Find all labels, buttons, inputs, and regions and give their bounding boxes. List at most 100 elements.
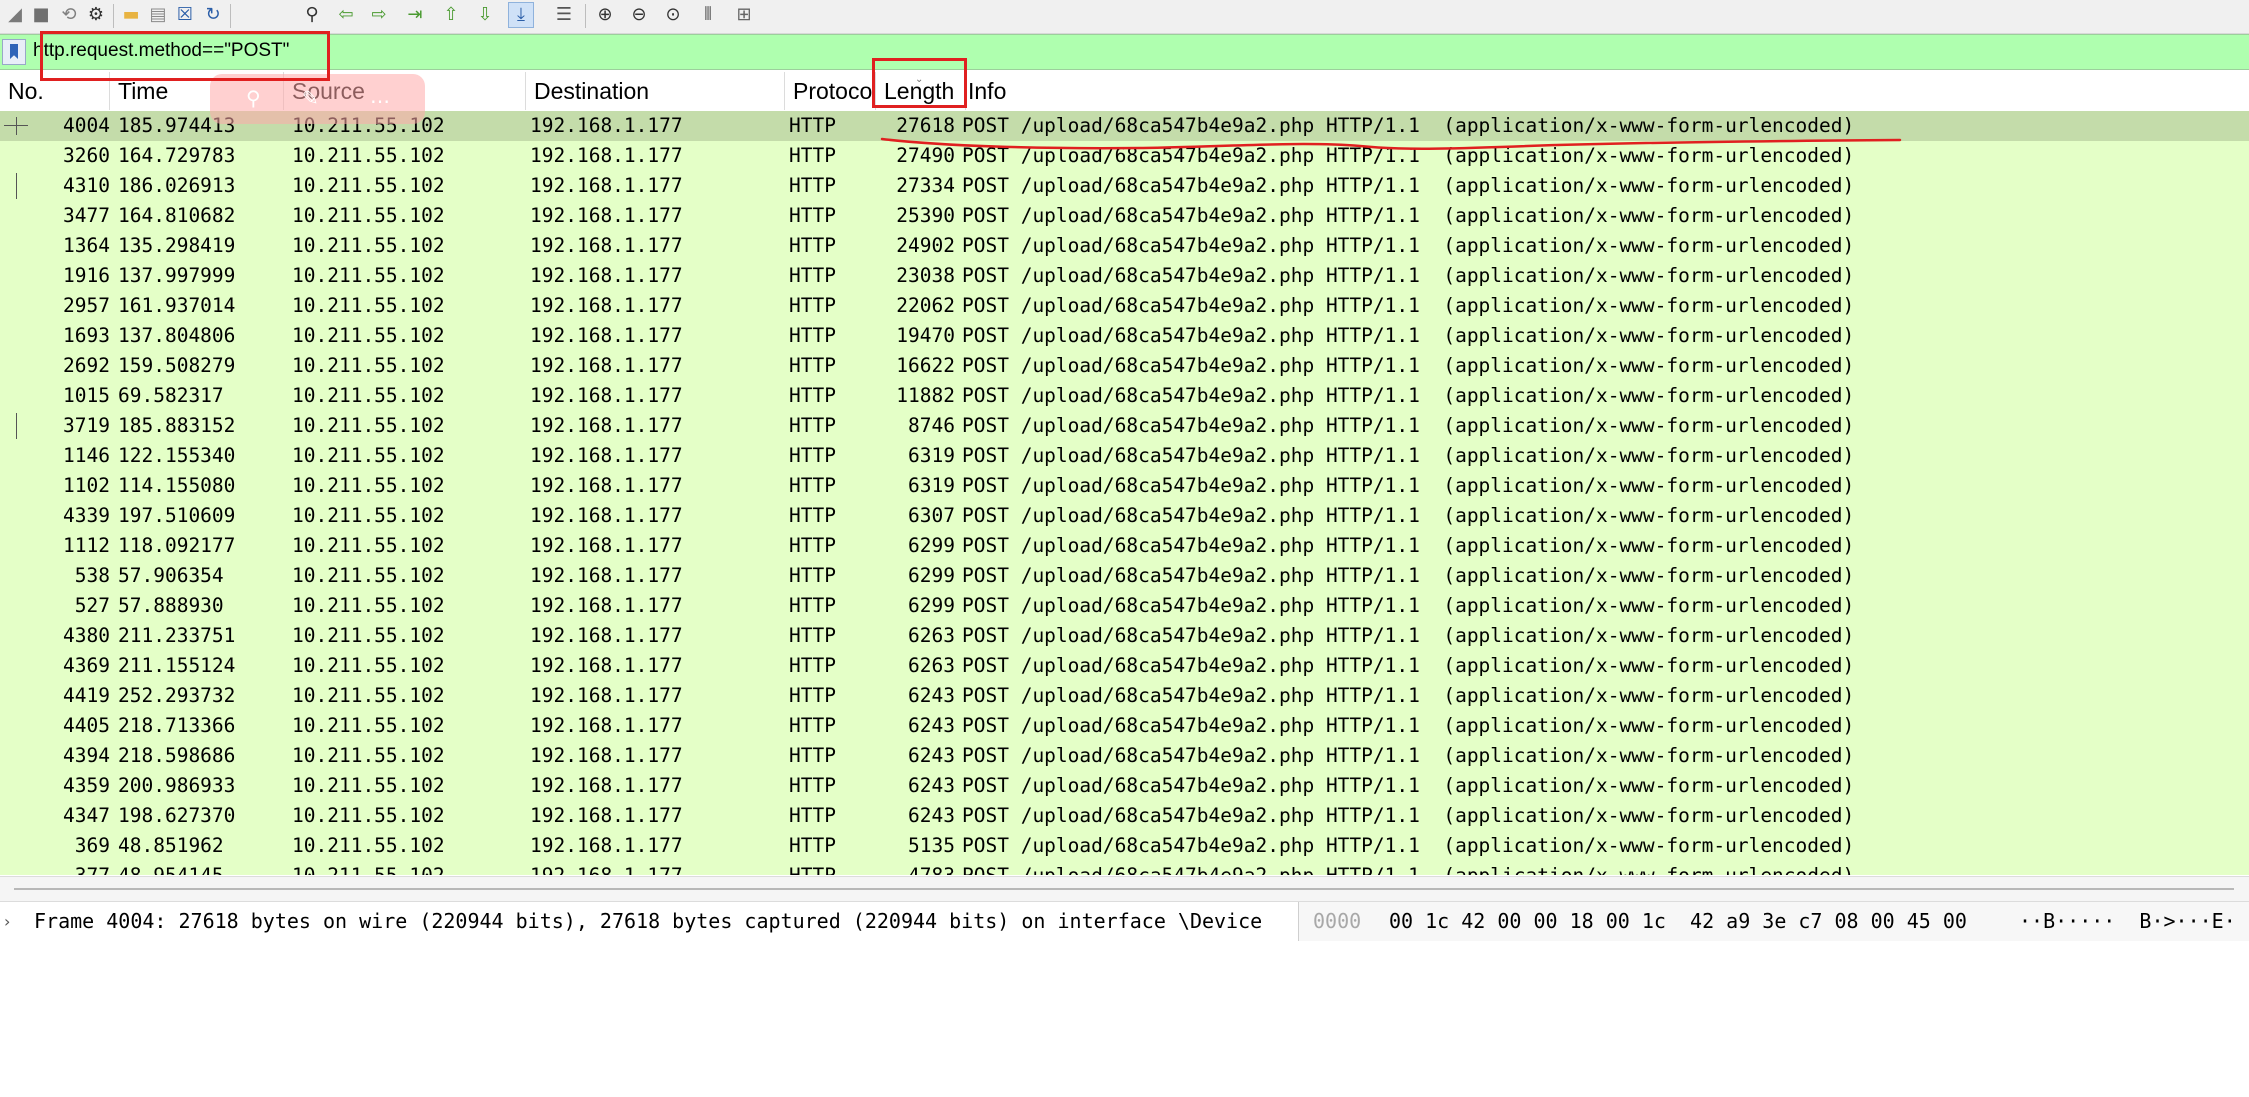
table-row[interactable]: 4347 198.627370 10.211.55.102 192.168.1.177… <box>0 801 2249 831</box>
table-row[interactable]: 2957 161.937014 10.211.55.102 192.168.1.177… <box>0 291 2249 321</box>
cell-destination: 192.168.1.177 <box>530 354 683 377</box>
cell-time: 164.729783 <box>118 144 236 167</box>
table-row[interactable]: 1693 137.804806 10.211.55.102 192.168.1.177… <box>0 321 2249 351</box>
autoscroll-icon[interactable]: ⤓ <box>508 2 534 28</box>
cell-source: 10.211.55.102 <box>292 504 445 527</box>
table-row[interactable]: 1146 122.155340 10.211.55.102 192.168.1.177… <box>0 441 2249 471</box>
cell-info: POST /upload/68ca547b4e9a2.php HTTP/1.1 … <box>962 114 1855 137</box>
cell-protocol: HTTP <box>789 534 836 557</box>
resize-columns-icon[interactable]: ⫴ <box>695 2 721 28</box>
cell-destination: 192.168.1.177 <box>530 234 683 257</box>
cell-length: 22062 <box>896 294 955 317</box>
table-row[interactable]: 1015 69.582317 10.211.55.102 192.168.1.177 H… <box>0 381 2249 411</box>
go-forward-icon[interactable]: ⇨ <box>366 2 392 28</box>
capture-options-icon[interactable]: ⚙ <box>83 2 109 28</box>
cell-time: 48.954145 <box>118 861 224 875</box>
column-header-protocol[interactable]: Protocol <box>785 72 876 110</box>
go-last-icon[interactable]: ⇩ <box>472 2 498 28</box>
zoom-in-icon[interactable]: ⊕ <box>592 2 618 28</box>
save-file-icon[interactable]: ▤ <box>145 2 171 28</box>
cell-info: POST /upload/68ca547b4e9a2.php HTTP/1.1 … <box>962 684 1855 707</box>
cell-no: 527 <box>74 594 110 617</box>
table-row[interactable]: 4419 252.293732 10.211.55.102 192.168.1.177… <box>0 681 2249 711</box>
cell-info: POST /upload/68ca547b4e9a2.php HTTP/1.1 … <box>962 294 1855 317</box>
table-row[interactable]: 4359 200.986933 10.211.55.102 192.168.1.177… <box>0 771 2249 801</box>
table-row[interactable]: 4394 218.598686 10.211.55.102 192.168.1.177… <box>0 741 2249 771</box>
go-back-icon[interactable]: ⇦ <box>333 2 359 28</box>
cell-length: 24902 <box>896 234 955 257</box>
cell-length: 11882 <box>896 384 955 407</box>
cell-source: 10.211.55.102 <box>292 804 445 827</box>
colorize-icon[interactable]: ☰ <box>551 2 577 28</box>
chevron-right-icon[interactable]: › <box>4 902 10 941</box>
hex-dump-pane[interactable]: 0000 00 1c 42 00 00 18 00 1c 42 a9 3e c7… <box>1298 902 2249 941</box>
bookmark-icon[interactable] <box>2 39 26 65</box>
cell-info: POST /upload/68ca547b4e9a2.php HTTP/1.1 … <box>962 654 1855 677</box>
display-filter-input[interactable] <box>33 38 2213 64</box>
cell-protocol: HTTP <box>789 804 836 827</box>
go-to-packet-icon[interactable]: ⇥ <box>402 2 428 28</box>
table-row[interactable]: 527 57.888930 10.211.55.102 192.168.1.177 HT… <box>0 591 2249 621</box>
table-row[interactable]: 1112 118.092177 10.211.55.102 192.168.1.177… <box>0 531 2249 561</box>
cell-protocol: HTTP <box>789 114 836 137</box>
cell-no: 4004 <box>63 114 110 137</box>
shark-fin-start-icon[interactable]: ◢ <box>2 2 28 28</box>
cell-protocol: HTTP <box>789 624 836 647</box>
cell-length: 25390 <box>896 204 955 227</box>
restart-capture-icon[interactable]: ⟲ <box>56 2 82 28</box>
cell-protocol: HTTP <box>789 564 836 587</box>
table-row[interactable]: 377 48.954145 10.211.55.102 192.168.1.177 HT… <box>0 861 2249 875</box>
cell-destination: 192.168.1.177 <box>530 144 683 167</box>
cell-source: 10.211.55.102 <box>292 624 445 647</box>
zoom-normal-icon[interactable]: ⊙ <box>660 2 686 28</box>
find-packet-icon[interactable]: ⚲ <box>299 2 325 28</box>
table-row[interactable]: 3260 164.729783 10.211.55.102 192.168.1.177… <box>0 141 2249 171</box>
horizontal-scrollbar[interactable] <box>0 876 2249 902</box>
table-row[interactable]: 369 48.851962 10.211.55.102 192.168.1.177 HT… <box>0 831 2249 861</box>
column-header-destination[interactable]: Destination <box>526 72 785 110</box>
cell-source: 10.211.55.102 <box>292 234 445 257</box>
column-header-info[interactable]: Info <box>966 72 2249 110</box>
stop-capture-icon[interactable]: ■ <box>28 2 54 28</box>
cell-length: 8746 <box>908 414 955 437</box>
cell-source: 10.211.55.102 <box>292 564 445 587</box>
cell-info: POST /upload/68ca547b4e9a2.php HTTP/1.1 … <box>962 264 1855 287</box>
cell-info: POST /upload/68ca547b4e9a2.php HTTP/1.1 … <box>962 174 1855 197</box>
table-row[interactable]: 4339 197.510609 10.211.55.102 192.168.1.177… <box>0 501 2249 531</box>
column-header-no[interactable]: No. <box>0 72 110 110</box>
table-row[interactable]: 2692 159.508279 10.211.55.102 192.168.1.177… <box>0 351 2249 381</box>
table-row[interactable]: 1102 114.155080 10.211.55.102 192.168.1.177… <box>0 471 2249 501</box>
cell-length: 6243 <box>908 774 955 797</box>
go-first-icon[interactable]: ⇧ <box>438 2 464 28</box>
cell-destination: 192.168.1.177 <box>530 114 683 137</box>
table-row[interactable]: 4405 218.713366 10.211.55.102 192.168.1.177… <box>0 711 2249 741</box>
cell-length: 6319 <box>908 474 955 497</box>
cell-source: 10.211.55.102 <box>292 861 445 875</box>
cell-protocol: HTTP <box>789 264 836 287</box>
cell-protocol: HTTP <box>789 861 836 875</box>
table-row[interactable]: 4380 211.233751 10.211.55.102 192.168.1.177… <box>0 621 2249 651</box>
cell-destination: 192.168.1.177 <box>530 594 683 617</box>
frame-summary-text[interactable]: Frame 4004: 27618 bytes on wire (220944 … <box>34 902 1292 941</box>
packet-list[interactable]: 4004 185.974413 10.211.55.102 192.168.1.177… <box>0 111 2249 875</box>
cell-protocol: HTTP <box>789 774 836 797</box>
table-row[interactable]: 4310 186.026913 10.211.55.102 192.168.1.177… <box>0 171 2249 201</box>
open-folder-icon[interactable]: ▬ <box>118 2 144 28</box>
close-file-icon[interactable]: ☒ <box>172 2 198 28</box>
expand-icon[interactable]: ⊞ <box>731 2 757 28</box>
table-row[interactable]: 1364 135.298419 10.211.55.102 192.168.1.177… <box>0 231 2249 261</box>
table-row[interactable]: 538 57.906354 10.211.55.102 192.168.1.177 HT… <box>0 561 2249 591</box>
cell-destination: 192.168.1.177 <box>530 204 683 227</box>
cell-no: 3719 <box>63 414 110 437</box>
table-row[interactable]: 4369 211.155124 10.211.55.102 192.168.1.177… <box>0 651 2249 681</box>
cell-destination: 192.168.1.177 <box>530 444 683 467</box>
table-row[interactable]: 1916 137.997999 10.211.55.102 192.168.1.177… <box>0 261 2249 291</box>
cell-time: 122.155340 <box>118 444 236 467</box>
cell-time: 57.888930 <box>118 594 224 617</box>
zoom-out-icon[interactable]: ⊖ <box>626 2 652 28</box>
table-row[interactable]: 3719 185.883152 10.211.55.102 192.168.1.177… <box>0 411 2249 441</box>
reload-icon[interactable]: ↻ <box>200 2 226 28</box>
cell-protocol: HTTP <box>789 234 836 257</box>
table-row[interactable]: 3477 164.810682 10.211.55.102 192.168.1.177… <box>0 201 2249 231</box>
cell-protocol: HTTP <box>789 714 836 737</box>
